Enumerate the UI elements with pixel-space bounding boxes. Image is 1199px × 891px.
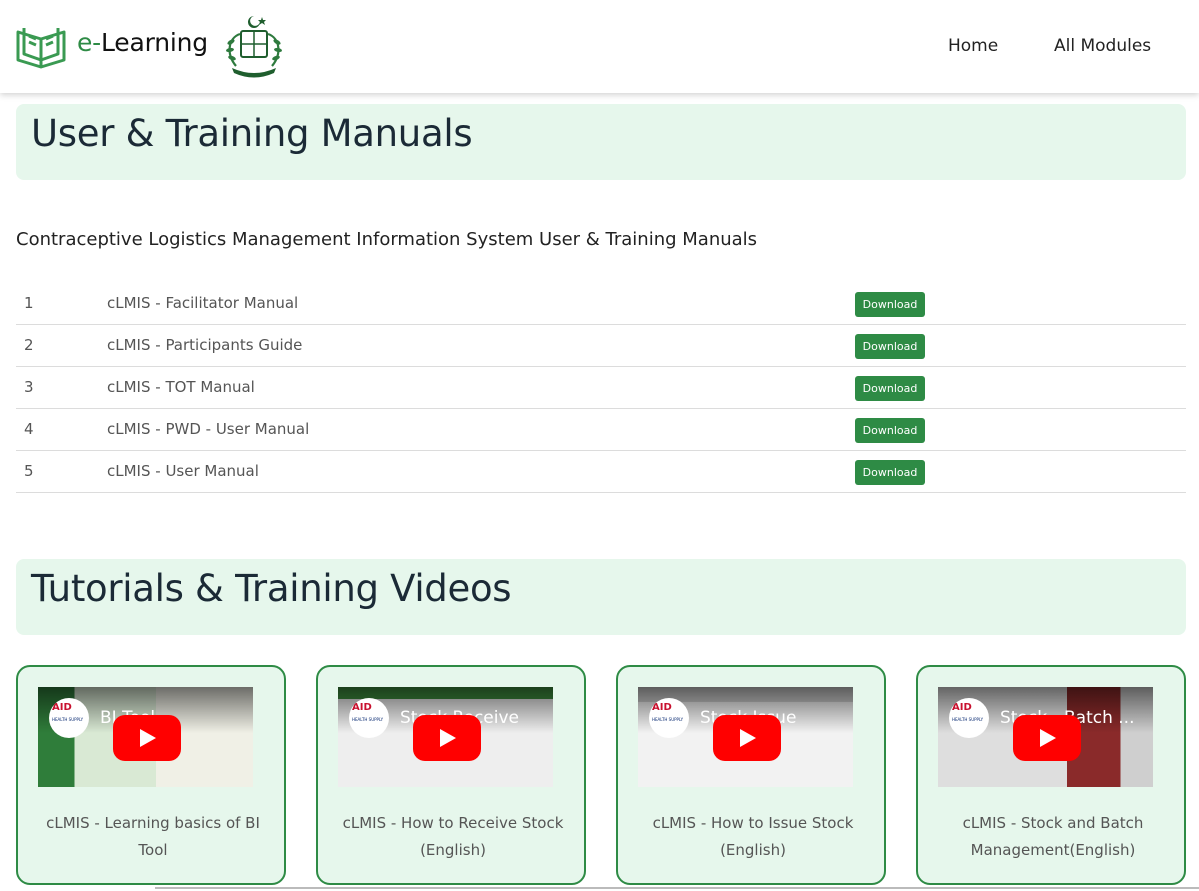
video-caption: cLMIS - How to Receive Stock (English) (342, 814, 564, 859)
row-number: 2 (24, 336, 34, 354)
channel-sub-text: HEALTH SUPPLY (652, 717, 684, 722)
video-caption: cLMIS - Learning basics of BI Tool (46, 814, 260, 859)
download-button[interactable]: Download (855, 334, 925, 359)
nav-all-modules[interactable]: All Modules (1054, 36, 1151, 56)
download-button[interactable]: Download (855, 418, 925, 443)
manual-name: cLMIS - Participants Guide (107, 336, 303, 354)
brand-prefix: e- (77, 28, 102, 57)
video-card[interactable]: AID HEALTH SUPPLY Stock Issue cLMIS - Ho… (616, 665, 886, 885)
row-number: 1 (24, 294, 34, 312)
footer-divider (155, 887, 1199, 889)
video-card[interactable]: AID HEALTH SUPPLY Stock Receive cLMIS - … (316, 665, 586, 885)
video-thumbnail[interactable]: AID HEALTH SUPPLY Stock Issue (638, 687, 853, 787)
video-thumbnail[interactable]: AID HEALTH SUPPLY Stock - Batch ... (938, 687, 1153, 787)
video-thumbnail[interactable]: AID HEALTH SUPPLY Stock Receive (338, 687, 553, 787)
manual-name: cLMIS - User Manual (107, 462, 259, 480)
channel-avatar[interactable]: AID HEALTH SUPPLY (49, 698, 89, 738)
videos-heading: Tutorials & Training Videos (31, 567, 512, 610)
manuals-subtitle: Contraceptive Logistics Management Infor… (16, 229, 758, 250)
site-header: e-Learning Home All Modules (0, 0, 1199, 93)
brand-title[interactable]: e-Learning (77, 28, 208, 57)
video-thumbnail[interactable]: AID HEALTH SUPPLY BI Tool (38, 687, 253, 787)
youtube-play-icon[interactable] (113, 715, 181, 761)
table-row: 4 cLMIS - PWD - User Manual Download (16, 409, 1186, 451)
manuals-banner: User & Training Manuals (16, 104, 1186, 180)
channel-sub-text: HEALTH SUPPLY (352, 717, 384, 722)
channel-sub-text: HEALTH SUPPLY (52, 717, 84, 722)
download-button[interactable]: Download (855, 460, 925, 485)
channel-badge-text: AID (352, 702, 372, 713)
open-book-icon[interactable] (15, 24, 67, 70)
video-caption: cLMIS - How to Issue Stock (English) (652, 814, 854, 859)
youtube-play-icon[interactable] (713, 715, 781, 761)
table-row: 3 cLMIS - TOT Manual Download (16, 367, 1186, 409)
brand-suffix: Learning (101, 28, 208, 57)
table-row: 5 cLMIS - User Manual Download (16, 451, 1186, 493)
manual-name: cLMIS - PWD - User Manual (107, 420, 310, 438)
table-row: 1 cLMIS - Facilitator Manual Download (16, 283, 1186, 325)
nav-home[interactable]: Home (948, 36, 998, 56)
videos-banner: Tutorials & Training Videos (16, 559, 1186, 635)
row-number: 4 (24, 420, 34, 438)
manual-name: cLMIS - TOT Manual (107, 378, 255, 396)
video-card[interactable]: AID HEALTH SUPPLY Stock - Batch ... cLMI… (916, 665, 1186, 885)
manual-name: cLMIS - Facilitator Manual (107, 294, 299, 312)
video-caption: cLMIS - Stock and Batch Management(Engli… (962, 814, 1144, 859)
download-button[interactable]: Download (855, 292, 925, 317)
channel-badge-text: AID (652, 702, 672, 713)
channel-badge-text: AID (52, 702, 72, 713)
manuals-heading: User & Training Manuals (31, 112, 473, 155)
row-number: 5 (24, 462, 34, 480)
youtube-play-icon[interactable] (1013, 715, 1081, 761)
channel-sub-text: HEALTH SUPPLY (952, 717, 984, 722)
table-row: 2 cLMIS - Participants Guide Download (16, 325, 1186, 367)
channel-avatar[interactable]: AID HEALTH SUPPLY (349, 698, 389, 738)
state-emblem (226, 16, 282, 78)
channel-avatar[interactable]: AID HEALTH SUPPLY (649, 698, 689, 738)
manuals-table: 1 cLMIS - Facilitator Manual Download 2 … (16, 283, 1186, 493)
download-button[interactable]: Download (855, 376, 925, 401)
channel-avatar[interactable]: AID HEALTH SUPPLY (949, 698, 989, 738)
row-number: 3 (24, 378, 34, 396)
channel-badge-text: AID (952, 702, 972, 713)
youtube-play-icon[interactable] (413, 715, 481, 761)
video-card[interactable]: AID HEALTH SUPPLY BI Tool cLMIS - Learni… (16, 665, 286, 885)
